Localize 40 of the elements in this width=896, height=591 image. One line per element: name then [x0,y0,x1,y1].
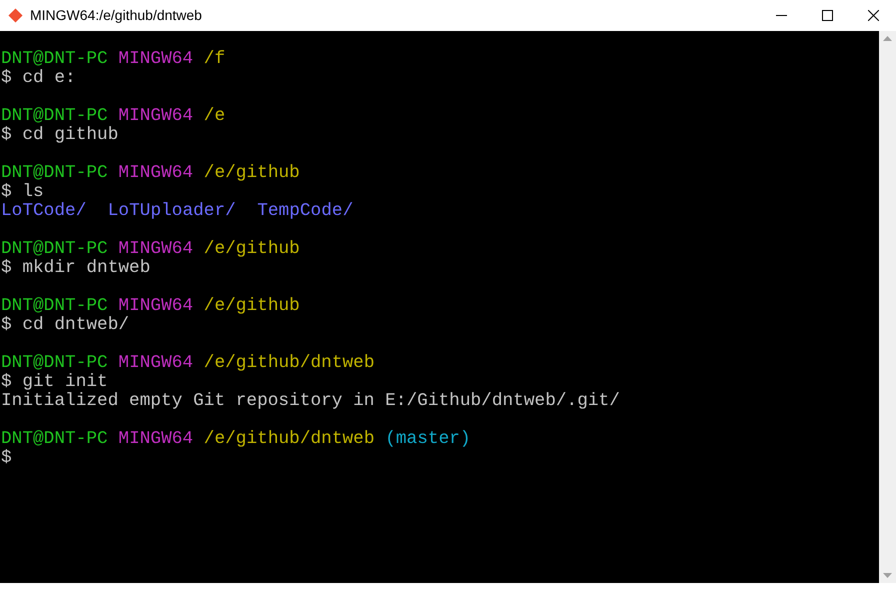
directory-entry: LoTCode/ [1,202,86,221]
prompt-user: DNT@DNT-PC [1,297,108,316]
window-title: MINGW64:/e/github/dntweb [30,6,202,25]
command-text: $ cd dntweb/ [1,315,130,335]
prompt-user: DNT@DNT-PC [1,430,108,449]
prompt-path: /e/github [204,164,300,183]
prompt-path: /e/github/dntweb [204,430,375,449]
prompt-branch: (master) [385,430,471,449]
prompt-path: /e/github [204,240,300,259]
prompt-user: DNT@DNT-PC [1,240,108,259]
prompt-system: MINGW64 [118,50,194,69]
command-text: $ cd github [1,125,118,145]
prompt-path: /e/github [204,297,300,316]
directory-entry: TempCode/ [257,202,354,221]
prompt-path: /f [204,50,226,69]
output-text: Initialized empty Git repository in E:/Github/dntweb/.git/ [1,391,620,411]
close-icon [868,10,878,21]
prompt-system: MINGW64 [118,430,194,449]
scroll-down-icon[interactable] [883,573,892,578]
command-text: $ mkdir dntweb [1,258,150,278]
command-text: $ cd e: [1,68,76,88]
command-text: $ git init [1,372,108,392]
prompt-user: DNT@DNT-PC [1,354,108,373]
command-text: $ [1,448,12,468]
prompt-user: DNT@DNT-PC [1,164,108,183]
prompt-system: MINGW64 [118,164,194,183]
prompt-system: MINGW64 [118,107,194,126]
prompt-user: DNT@DNT-PC [1,50,108,69]
prompt-path: /e [204,107,226,126]
prompt-system: MINGW64 [118,240,194,259]
git-icon [8,8,23,23]
maximize-icon [822,10,832,21]
prompt-system: MINGW64 [118,297,194,316]
scrollbar[interactable] [879,31,896,583]
prompt-system: MINGW64 [118,354,194,373]
scroll-up-icon[interactable] [883,36,892,41]
prompt-user: DNT@DNT-PC [1,107,108,126]
command-text: $ ls [1,182,44,202]
directory-entry: LoTUploader/ [108,202,236,221]
prompt-path: /e/github/dntweb [204,354,375,373]
